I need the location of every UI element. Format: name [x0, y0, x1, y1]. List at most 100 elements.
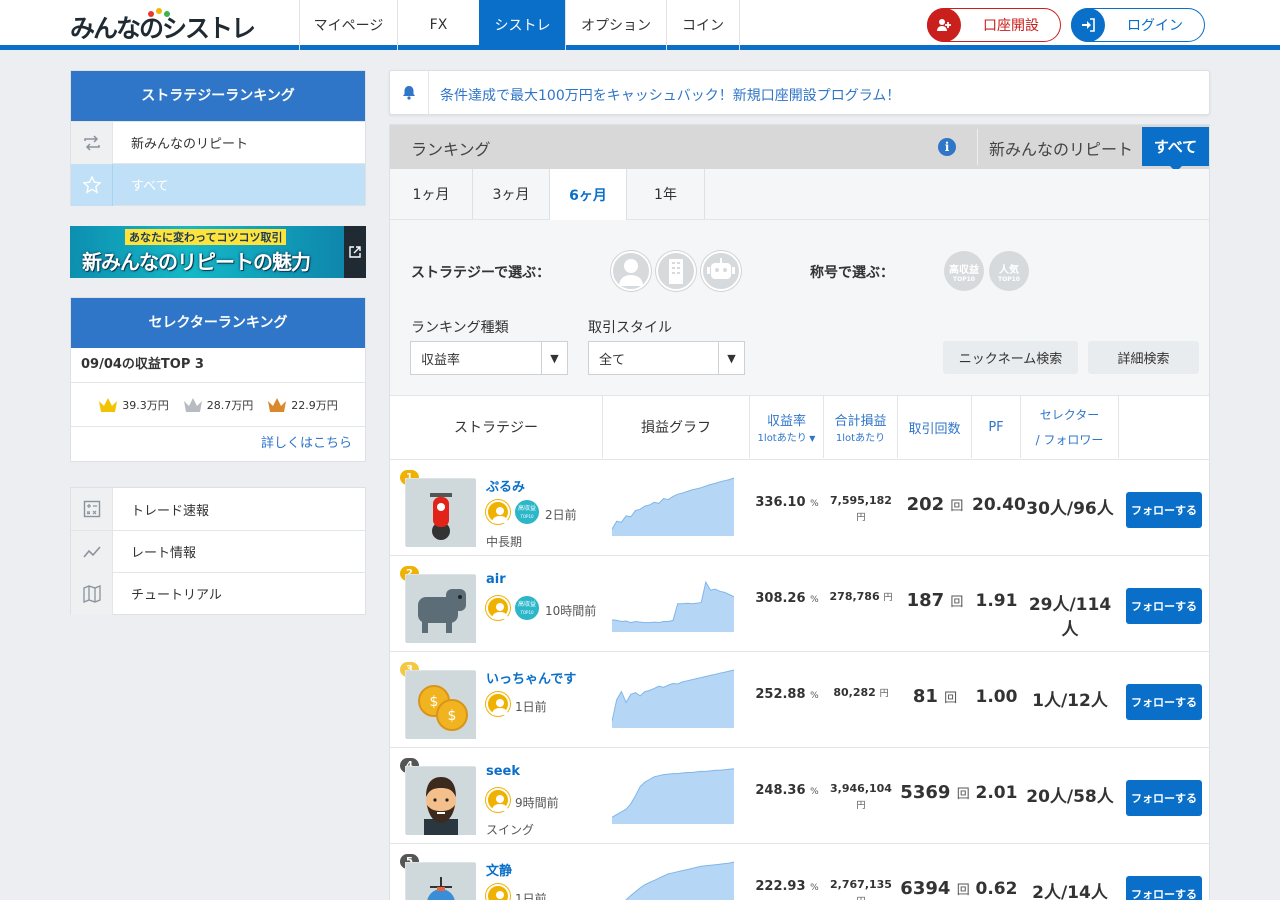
- selector-ranking-panel: セレクターランキング 09/04の収益TOP 3 39.3万円 28.7万円 2…: [70, 297, 366, 462]
- individual-badge-icon: [486, 596, 510, 620]
- profit-graph-area: [625, 862, 734, 900]
- sidebar-item-rate-info[interactable]: レート情報: [71, 530, 365, 573]
- strategy-name[interactable]: air: [486, 572, 506, 587]
- login-button[interactable]: ログイン: [1071, 8, 1205, 42]
- detail-search-button[interactable]: 詳細検索: [1088, 341, 1199, 374]
- follow-button[interactable]: フォローする: [1126, 588, 1202, 624]
- sidebar-item-all[interactable]: すべて: [71, 163, 365, 206]
- trade-style-value: 全て: [599, 352, 626, 368]
- trade-count-value: 187: [906, 590, 945, 611]
- tab-1-month[interactable]: 1ヶ月: [390, 169, 473, 219]
- selectors-followers: 1人/12人: [1032, 691, 1108, 711]
- chevron-down-icon: ▼: [541, 342, 567, 374]
- nickname-search-button[interactable]: ニックネーム検索: [943, 341, 1078, 374]
- col-total-pl[interactable]: 合計損益 1lotあたり: [824, 396, 898, 458]
- nav-fx[interactable]: FX: [397, 0, 479, 50]
- promo-banner[interactable]: あなたに変わってコツコツ取引 新みんなのリピートの魅力: [70, 226, 366, 278]
- title-select-label: 称号で選ぶ：: [810, 265, 894, 281]
- open-account-button[interactable]: 口座開設: [927, 8, 1061, 42]
- nav-systre-label: シストレ: [494, 18, 551, 34]
- nav-mypage[interactable]: マイページ: [299, 0, 397, 50]
- trade-count-unit: 回: [944, 691, 958, 706]
- filter-tab-all[interactable]: すべて: [1142, 127, 1209, 166]
- strategy-name[interactable]: seek: [486, 764, 520, 779]
- profit-factor: 2.01: [975, 783, 1018, 803]
- table-row[interactable]: 1 ぷるみ 高収益TOP10 2日前 中長期 336.10 % 7,595,18…: [390, 459, 1209, 555]
- updated-time: 2日前: [545, 508, 577, 522]
- return-rate-value: 336.10: [755, 495, 806, 510]
- col-trades-label: 取引回数: [908, 421, 961, 437]
- strategy-type-person[interactable]: [611, 251, 651, 291]
- trade-count-value: 6394: [900, 878, 951, 899]
- bell-icon: [390, 71, 429, 114]
- col-selectors[interactable]: セレクター / フォロワー: [1021, 396, 1119, 458]
- ranking-type-select[interactable]: 収益率 ▼: [410, 341, 568, 375]
- follow-button[interactable]: フォローする: [1126, 684, 1202, 720]
- filter-area: ストラテジーで選ぶ： 称号で選ぶ： 高収益 TOP10 人気 TOP10 ランキ…: [390, 220, 1209, 395]
- strategy-type-robot[interactable]: [701, 251, 741, 291]
- ranking-header: ランキング i 新みんなのリピート すべて: [390, 125, 1209, 172]
- tab-1-year[interactable]: 1年: [627, 169, 705, 219]
- badge-high-return-top: 高収益: [949, 265, 979, 276]
- notice-bar[interactable]: 条件達成で最大100万円をキャッシュバック！新規口座開設プログラム！: [389, 70, 1210, 115]
- col-total-pl-sub: 1lotあたり: [835, 433, 886, 444]
- table-row[interactable]: 2 air 高収益TOP10 10時間前 308.26 % 278,786 円 …: [390, 555, 1209, 651]
- col-return-rate[interactable]: 収益率 1lotあたり ▼: [750, 396, 824, 458]
- strategy-name[interactable]: 文静: [486, 860, 512, 879]
- col-trades[interactable]: 取引回数: [898, 396, 972, 458]
- selector-more-link[interactable]: 詳しくはこちら: [71, 427, 365, 461]
- strategy-name[interactable]: ぷるみ: [486, 476, 525, 495]
- trade-count: 81 回: [898, 686, 972, 707]
- profit-graph: [612, 580, 734, 632]
- login-icon: [1071, 8, 1105, 42]
- nav-systre[interactable]: シストレ: [479, 0, 565, 50]
- nav-option[interactable]: オプション: [565, 0, 666, 50]
- person-icon: [619, 259, 643, 286]
- return-rate: 252.88 %: [750, 687, 824, 702]
- filter-tab-new-repeat[interactable]: 新みんなのリピート: [989, 136, 1133, 160]
- site-logo[interactable]: みんなのシストレ: [70, 8, 256, 45]
- table-row[interactable]: 3 $$ いっちゃんです 1日前 252.88 % 80,282 円 81 回 …: [390, 651, 1209, 747]
- sidebar-item-tutorial[interactable]: チュートリアル: [71, 572, 365, 615]
- logo-dot-yellow: [156, 8, 162, 14]
- sidebar-item-new-repeat-label: 新みんなのリピート: [131, 137, 249, 152]
- follow-button[interactable]: フォローする: [1126, 492, 1202, 528]
- table-row[interactable]: 5 文静 1日前 222.93 % 2,767,135 円 6394 回 0.6…: [390, 843, 1209, 900]
- selector-ranking-subtitle: 09/04の収益TOP 3: [71, 348, 365, 383]
- col-pf[interactable]: PF: [972, 396, 1021, 458]
- col-return-rate-sub-text: 1lotあたり: [757, 433, 807, 444]
- strategy-thumbnail: $ $: [405, 670, 476, 739]
- individual-badge-icon: [486, 884, 510, 900]
- follow-button[interactable]: フォローする: [1126, 876, 1202, 900]
- trade-count-unit: 回: [956, 883, 970, 898]
- trade-count: 202 回: [898, 494, 972, 515]
- sidebar-item-new-repeat[interactable]: 新みんなのリピート: [71, 121, 365, 164]
- calculator-icon: [71, 488, 113, 530]
- logo-dot-green: [164, 11, 170, 17]
- table-row[interactable]: 4 seek 9時間前 スイング 248.36 % 3,946,104 円 53…: [390, 747, 1209, 843]
- tab-3-months-label: 3ヶ月: [492, 187, 530, 203]
- profit-factor: 20.40: [972, 495, 1026, 515]
- strategy-thumbnail: [405, 478, 476, 547]
- badge-high-return-filter[interactable]: 高収益 TOP10: [944, 251, 984, 291]
- sidebar-item-trade-news-label: トレード速報: [131, 503, 210, 519]
- crown-bronze-icon: [268, 397, 287, 412]
- return-rate: 248.36 %: [750, 783, 824, 798]
- trade-style-select[interactable]: 全て ▼: [588, 341, 745, 375]
- strategy-name[interactable]: いっちゃんです: [486, 668, 576, 687]
- sidebar-item-trade-news[interactable]: トレード速報: [71, 488, 365, 530]
- badge-popular-filter[interactable]: 人気 TOP10: [989, 251, 1029, 291]
- col-selectors-label: セレクター: [1039, 408, 1100, 422]
- info-icon[interactable]: i: [938, 138, 956, 156]
- strategy-type-company[interactable]: [656, 251, 696, 291]
- nav-coin[interactable]: コイン: [666, 0, 740, 50]
- profit-factor: 1.00: [975, 687, 1018, 707]
- tab-6-months[interactable]: 6ヶ月: [550, 169, 627, 220]
- notice-text: 条件達成で最大100万円をキャッシュバック！新規口座開設プログラム！: [440, 88, 901, 104]
- building-icon: [669, 259, 683, 284]
- total-pl: 7,595,182 円: [824, 493, 898, 526]
- total-pl-value: 2,767,135: [830, 878, 892, 891]
- tab-3-months[interactable]: 3ヶ月: [473, 169, 550, 219]
- follow-button[interactable]: フォローする: [1126, 780, 1202, 816]
- total-pl: 2,767,135 円: [824, 877, 898, 900]
